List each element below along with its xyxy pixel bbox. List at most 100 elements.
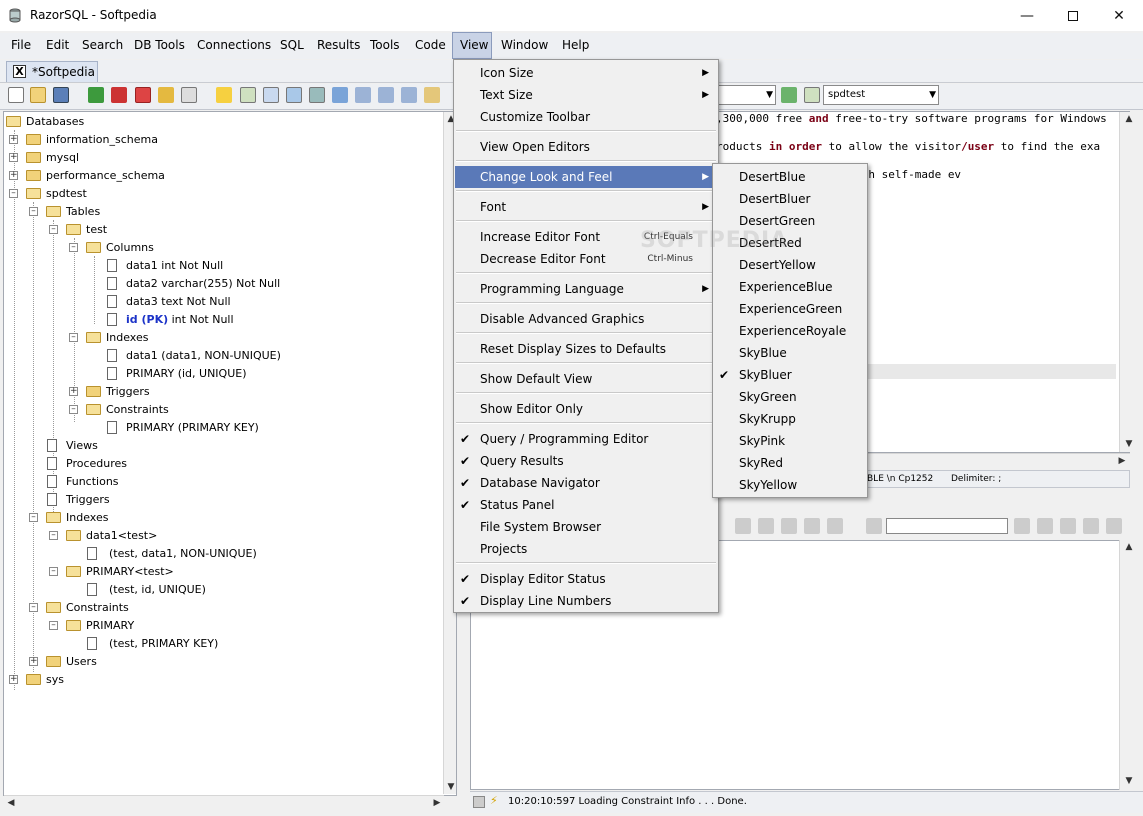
laf-experienceblue[interactable]: ExperienceBlue bbox=[714, 276, 866, 298]
laf-skybluer[interactable]: ✔ SkyBluer bbox=[714, 364, 866, 386]
results-tool-icon[interactable] bbox=[1060, 518, 1076, 534]
menu-item-query-editor[interactable]: ✔ Query / Programming Editor bbox=[455, 428, 717, 450]
open-folder-icon[interactable] bbox=[30, 87, 46, 103]
laf-skyyellow[interactable]: SkyYellow bbox=[714, 474, 866, 496]
results-tool-icon[interactable] bbox=[866, 518, 882, 534]
menu-search[interactable]: Search bbox=[82, 38, 123, 52]
laf-skyblue[interactable]: SkyBlue bbox=[714, 342, 866, 364]
menu-tools[interactable]: Tools bbox=[370, 38, 400, 52]
laf-desertyellow[interactable]: DesertYellow bbox=[714, 254, 866, 276]
collapse-icon[interactable]: – bbox=[69, 405, 78, 414]
menu-sql[interactable]: SQL bbox=[280, 38, 304, 52]
collapse-icon[interactable]: – bbox=[9, 189, 18, 198]
export-icon[interactable] bbox=[263, 87, 279, 103]
laf-desertbluer[interactable]: DesertBluer bbox=[714, 188, 866, 210]
results-tool-icon[interactable] bbox=[1014, 518, 1030, 534]
laf-skykrupp[interactable]: SkyKrupp bbox=[714, 408, 866, 430]
maximize-icon[interactable] bbox=[1050, 0, 1096, 31]
refresh-icon[interactable] bbox=[286, 87, 302, 103]
sheet-icon[interactable] bbox=[804, 87, 820, 103]
results-tool-icon[interactable] bbox=[1106, 518, 1122, 534]
scroll-up-icon[interactable]: ▲ bbox=[1122, 540, 1136, 554]
add-connection-icon[interactable] bbox=[158, 87, 174, 103]
results-tool-icon[interactable] bbox=[758, 518, 774, 534]
tree-horizontal-scrollbar[interactable]: ◀ ▶ bbox=[4, 795, 444, 810]
table-icon[interactable] bbox=[240, 87, 256, 103]
collapse-icon[interactable]: – bbox=[29, 207, 38, 216]
menu-item-icon-size[interactable]: Icon Size ▶ bbox=[455, 62, 717, 84]
list-icon[interactable] bbox=[355, 87, 371, 103]
expand-icon[interactable]: + bbox=[69, 387, 78, 396]
scroll-left-icon[interactable]: ◀ bbox=[4, 796, 18, 810]
database-select[interactable]: spdtest ▼ bbox=[823, 85, 939, 105]
connect-icon[interactable] bbox=[88, 87, 104, 103]
collapse-icon[interactable]: – bbox=[69, 333, 78, 342]
results-tool-icon[interactable] bbox=[735, 518, 751, 534]
results-filter-input[interactable] bbox=[886, 518, 1008, 534]
laf-experiencegreen[interactable]: ExperienceGreen bbox=[714, 298, 866, 320]
collapse-icon[interactable]: – bbox=[49, 531, 58, 540]
laf-skygreen[interactable]: SkyGreen bbox=[714, 386, 866, 408]
laf-desertblue[interactable]: DesertBlue bbox=[714, 166, 866, 188]
collapse-icon[interactable]: – bbox=[49, 567, 58, 576]
collapse-icon[interactable]: – bbox=[29, 513, 38, 522]
menu-help[interactable]: Help bbox=[562, 38, 589, 52]
menu-connections[interactable]: Connections bbox=[197, 38, 271, 52]
expand-icon[interactable]: + bbox=[9, 171, 18, 180]
expand-icon[interactable]: + bbox=[9, 135, 18, 144]
menu-item-display-editor-status[interactable]: ✔ Display Editor Status bbox=[455, 568, 717, 590]
results-tool-icon[interactable] bbox=[804, 518, 820, 534]
menu-item-query-results[interactable]: ✔ Query Results bbox=[455, 450, 717, 472]
menu-view[interactable]: View bbox=[460, 38, 488, 52]
close-icon[interactable]: ✕ bbox=[1096, 0, 1142, 31]
results-tool-icon[interactable] bbox=[1083, 518, 1099, 534]
scroll-up-icon[interactable]: ▲ bbox=[1122, 112, 1136, 126]
menu-item-customize-toolbar[interactable]: Customize Toolbar bbox=[455, 106, 717, 128]
minimize-icon[interactable]: — bbox=[1004, 0, 1050, 31]
execute-icon[interactable] bbox=[216, 87, 232, 103]
menu-item-view-open-editors[interactable]: View Open Editors bbox=[455, 136, 717, 158]
laf-skypink[interactable]: SkyPink bbox=[714, 430, 866, 452]
menu-window[interactable]: Window bbox=[501, 38, 548, 52]
menu-item-show-editor-only[interactable]: Show Editor Only bbox=[455, 398, 717, 420]
results-vertical-scrollbar[interactable]: ▲ ▼ bbox=[1119, 540, 1137, 790]
menu-code[interactable]: Code bbox=[415, 38, 446, 52]
menu-item-status-panel[interactable]: ✔ Status Panel bbox=[455, 494, 717, 516]
editor-combo[interactable]: ▼ bbox=[712, 85, 776, 105]
scroll-right-icon[interactable]: ▶ bbox=[430, 796, 444, 810]
save-icon[interactable] bbox=[53, 87, 69, 103]
menu-file[interactable]: File bbox=[11, 38, 31, 52]
tab-close-icon[interactable]: X bbox=[13, 65, 26, 78]
menu-item-show-default-view[interactable]: Show Default View bbox=[455, 368, 717, 390]
menu-edit[interactable]: Edit bbox=[46, 38, 69, 52]
menu-item-text-size[interactable]: Text Size ▶ bbox=[455, 84, 717, 106]
indent-icon[interactable] bbox=[401, 87, 417, 103]
results-tool-icon[interactable] bbox=[827, 518, 843, 534]
menu-item-file-system-browser[interactable]: File System Browser bbox=[455, 516, 717, 538]
collapse-icon[interactable]: – bbox=[49, 621, 58, 630]
scroll-down-icon[interactable]: ▼ bbox=[444, 780, 458, 794]
format-icon[interactable] bbox=[424, 87, 440, 103]
collapse-icon[interactable]: – bbox=[69, 243, 78, 252]
menu-item-reset-display-sizes[interactable]: Reset Display Sizes to Defaults bbox=[455, 338, 717, 360]
menu-item-database-navigator[interactable]: ✔ Database Navigator bbox=[455, 472, 717, 494]
tab-softpedia[interactable]: X *Softpedia bbox=[6, 61, 98, 82]
scroll-down-icon[interactable]: ▼ bbox=[1122, 437, 1136, 451]
sync-icon[interactable] bbox=[781, 87, 797, 103]
menu-item-projects[interactable]: Projects bbox=[455, 538, 717, 560]
menu-item-disable-advanced-graphics[interactable]: Disable Advanced Graphics bbox=[455, 308, 717, 330]
menu-item-font[interactable]: Font ▶ bbox=[455, 196, 717, 218]
menu-results[interactable]: Results bbox=[317, 38, 360, 52]
sort-icon[interactable] bbox=[378, 87, 394, 103]
menu-item-change-look-and-feel[interactable]: Change Look and Feel ▶ bbox=[455, 166, 717, 188]
laf-skyred[interactable]: SkyRed bbox=[714, 452, 866, 474]
book-icon[interactable] bbox=[332, 87, 348, 103]
scroll-right-icon[interactable]: ▶ bbox=[1115, 454, 1129, 468]
results-tool-icon[interactable] bbox=[1037, 518, 1053, 534]
expand-icon[interactable]: + bbox=[9, 153, 18, 162]
laf-experienceroyale[interactable]: ExperienceRoyale bbox=[714, 320, 866, 342]
copy-icon[interactable] bbox=[309, 87, 325, 103]
collapse-icon[interactable]: – bbox=[29, 603, 38, 612]
collapse-icon[interactable]: – bbox=[49, 225, 58, 234]
menu-item-display-line-numbers[interactable]: ✔ Display Line Numbers bbox=[455, 590, 717, 612]
